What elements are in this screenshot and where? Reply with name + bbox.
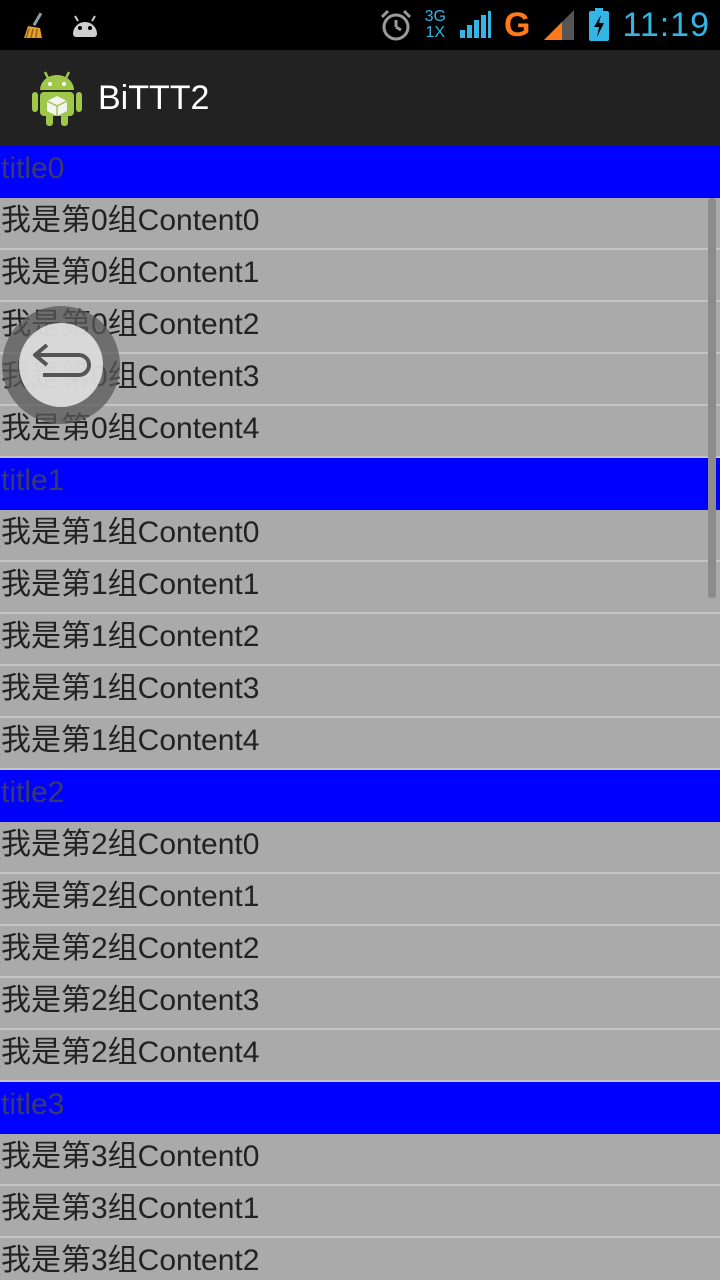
list-item[interactable]: 我是第2组Content1 — [0, 874, 720, 926]
list-item[interactable]: 我是第1组Content1 — [0, 562, 720, 614]
android-app-icon[interactable] — [30, 68, 84, 128]
list-item-label: 我是第1组Content1 — [1, 568, 260, 601]
status-right-icons: 3G 1X G 11:19 — [379, 4, 710, 46]
list-item[interactable]: 我是第1组Content0 — [0, 510, 720, 562]
group-header-0[interactable]: title0 — [0, 146, 720, 198]
status-clock: 11:19 — [622, 5, 710, 44]
back-arrow-icon — [29, 341, 93, 389]
action-bar: BiTTT2 — [0, 50, 720, 146]
list-item[interactable]: 我是第1组Content3 — [0, 666, 720, 718]
list-item[interactable]: 我是第2组Content0 — [0, 822, 720, 874]
list-item[interactable]: 我是第0组Content4 — [0, 406, 720, 458]
list-item-label: 我是第2组Content1 — [1, 880, 260, 913]
floating-back-button[interactable] — [2, 306, 120, 424]
list-item-label: 我是第3组Content1 — [1, 1192, 260, 1225]
list-item-label: 我是第2组Content4 — [1, 1036, 260, 1069]
list-item[interactable]: 我是第3组Content2 — [0, 1238, 720, 1280]
group-title-label: title1 — [1, 464, 65, 497]
group-header-3[interactable]: title3 — [0, 1082, 720, 1134]
list-item[interactable]: 我是第3组Content1 — [0, 1186, 720, 1238]
list-item[interactable]: 我是第3组Content0 — [0, 1134, 720, 1186]
group-title-label: title3 — [1, 1088, 65, 1121]
list-item-label: 我是第2组Content2 — [1, 932, 260, 965]
list-item[interactable]: 我是第2组Content2 — [0, 926, 720, 978]
status-bar: 3G 1X G 11:19 — [0, 0, 720, 50]
list-scrollbar[interactable] — [708, 198, 716, 598]
list-item-label: 我是第1组Content4 — [1, 724, 260, 757]
list-item-label: 我是第0组Content0 — [1, 204, 260, 237]
list-item-label: 我是第2组Content3 — [1, 984, 260, 1017]
list-item-label: 我是第1组Content2 — [1, 620, 260, 653]
alarm-clock-icon — [379, 8, 413, 42]
list-item-label: 我是第2组Content0 — [1, 828, 260, 861]
list-item[interactable]: 我是第2组Content4 — [0, 1030, 720, 1082]
list-item[interactable]: 我是第1组Content4 — [0, 718, 720, 770]
app-title: BiTTT2 — [98, 78, 210, 117]
list-item-label: 我是第3组Content0 — [1, 1140, 260, 1173]
list-item-label: 我是第1组Content3 — [1, 672, 260, 705]
android-debug-icon — [70, 12, 100, 38]
floating-back-button-inner — [19, 323, 103, 407]
list-item[interactable]: 我是第2组Content3 — [0, 978, 720, 1030]
status-left-icons — [20, 8, 100, 42]
list-item-label: 我是第3组Content2 — [1, 1244, 260, 1277]
list-item-label: 我是第1组Content0 — [1, 516, 260, 549]
battery-charging-icon — [588, 8, 610, 42]
group-title-label: title2 — [1, 776, 65, 809]
data-type-label: G — [503, 6, 531, 44]
group-header-1[interactable]: title1 — [0, 458, 720, 510]
broom-icon — [20, 10, 50, 40]
group-header-2[interactable]: title2 — [0, 770, 720, 822]
list-item-label: 我是第0组Content1 — [1, 256, 260, 289]
list-item[interactable]: 我是第1组Content2 — [0, 614, 720, 666]
list-item[interactable]: 我是第0组Content0 — [0, 198, 720, 250]
group-title-label: title0 — [1, 152, 65, 185]
signal-bars-icon — [542, 8, 576, 42]
expandable-list[interactable]: title0 我是第0组Content0 我是第0组Content1 我是第0组Con… — [0, 146, 720, 1280]
list-item[interactable]: 我是第0组Content1 — [0, 250, 720, 302]
network-type-indicator: 3G 1X — [424, 8, 446, 41]
data-signal-icon — [458, 10, 492, 40]
